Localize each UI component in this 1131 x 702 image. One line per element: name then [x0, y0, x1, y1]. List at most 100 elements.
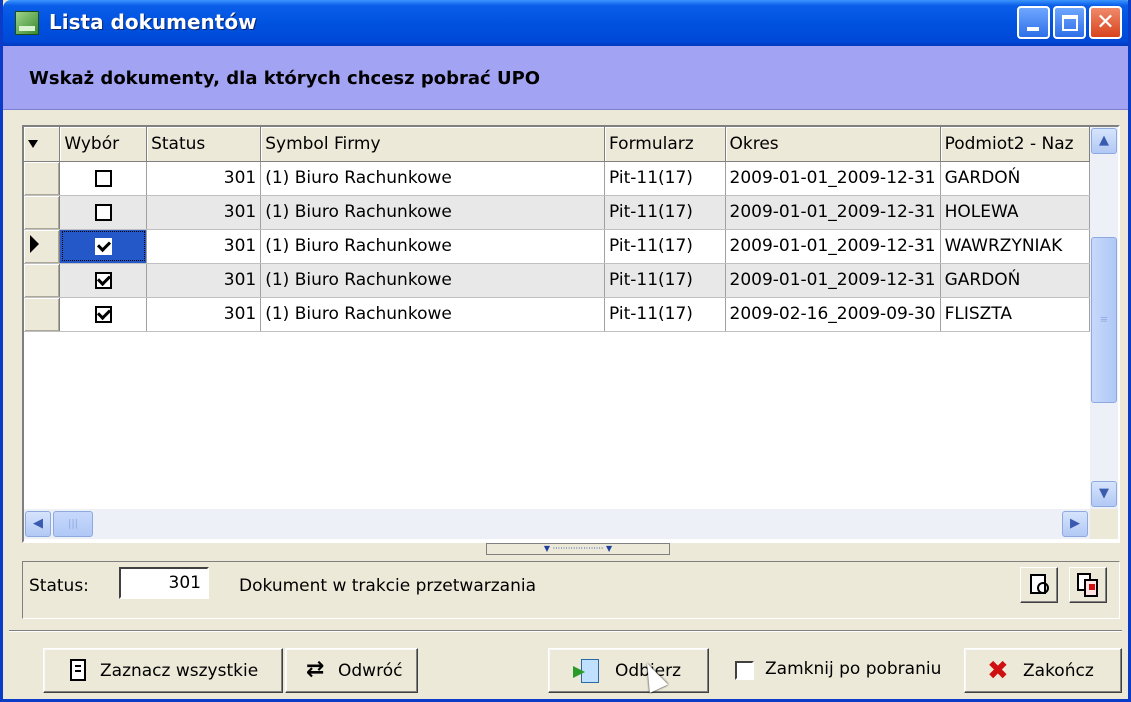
vertical-scroll-thumb[interactable]: ≡	[1091, 237, 1117, 403]
invert-label: Odwróć	[338, 661, 403, 681]
maximize-icon	[1062, 15, 1078, 31]
horizontal-scrollbar[interactable]: ◀ ||| ▶	[24, 509, 1090, 539]
podmiot-cell[interactable]: GARDOŃ	[940, 161, 1090, 196]
row-indicator-current[interactable]	[24, 229, 61, 264]
podmiot-cell[interactable]: GARDOŃ	[940, 263, 1090, 298]
select-cell[interactable]	[59, 229, 148, 264]
preview-icon	[1030, 574, 1049, 594]
download-icon	[573, 659, 599, 683]
preview-button[interactable]	[1020, 567, 1058, 603]
finish-label: Zakończ	[1023, 661, 1094, 681]
checklist-icon	[70, 659, 86, 681]
grip-icon: |||	[67, 518, 79, 530]
close-icon: ✕	[1096, 10, 1115, 35]
documents-table: Wybór Status Symbol Firmy Formularz Okre…	[24, 127, 1090, 332]
okres-cell[interactable]: 2009-01-01_2009-12-31	[725, 263, 941, 298]
status-label: Status:	[29, 576, 89, 596]
title-bar[interactable]: Lista dokumentów ✕	[3, 0, 1128, 46]
lista-dokumentow-window: Lista dokumentów ✕ Wskaż dokumenty, dla …	[0, 0, 1131, 702]
close-window-button[interactable]: ✕	[1089, 6, 1122, 39]
table-row[interactable]: 301 (1) Biuro Rachunkowe Pit-11(17) 2009…	[24, 229, 1090, 264]
select-all-button[interactable]: Zaznacz wszystkie	[43, 648, 283, 693]
formularz-cell[interactable]: Pit-11(17)	[604, 263, 726, 298]
grip-icon: ≡	[1099, 314, 1109, 326]
table-row[interactable]: 301 (1) Biuro Rachunkowe Pit-11(17) 2009…	[24, 195, 1090, 230]
close-after-download-checkbox[interactable]	[735, 661, 754, 680]
firma-cell[interactable]: (1) Biuro Rachunkowe	[260, 195, 605, 230]
column-header-formularz[interactable]: Formularz	[604, 127, 726, 162]
column-header-wybor[interactable]: Wybór	[59, 127, 148, 162]
table-row[interactable]: 301 (1) Biuro Rachunkowe Pit-11(17) 2009…	[24, 161, 1090, 196]
row-indicator[interactable]	[24, 195, 61, 230]
app-icon	[15, 11, 39, 35]
status-cell[interactable]: 301	[146, 263, 262, 298]
row-indicator-header[interactable]	[24, 127, 61, 162]
documents-grid[interactable]: Wybór Status Symbol Firmy Formularz Okre…	[22, 125, 1120, 543]
formularz-cell[interactable]: Pit-11(17)	[604, 161, 726, 196]
column-header-status[interactable]: Status	[146, 127, 262, 162]
firma-cell[interactable]: (1) Biuro Rachunkowe	[260, 263, 605, 298]
firma-cell[interactable]: (1) Biuro Rachunkowe	[260, 161, 605, 196]
table-row[interactable]: 301 (1) Biuro Rachunkowe Pit-11(17) 2009…	[24, 297, 1090, 332]
row-indicator[interactable]	[24, 263, 61, 298]
formularz-cell[interactable]: Pit-11(17)	[604, 297, 726, 332]
scroll-up-button[interactable]: ▲	[1091, 128, 1117, 154]
table-row[interactable]: 301 (1) Biuro Rachunkowe Pit-11(17) 2009…	[24, 263, 1090, 298]
copy-button[interactable]	[1069, 567, 1107, 603]
select-all-label: Zaznacz wszystkie	[100, 661, 259, 681]
okres-cell[interactable]: 2009-01-01_2009-12-31	[725, 195, 941, 230]
okres-cell[interactable]: 2009-02-16_2009-09-30	[725, 297, 941, 332]
separator	[9, 630, 1122, 632]
podmiot-cell[interactable]: FLISZTA	[940, 297, 1090, 332]
close-x-icon: ✖	[987, 656, 1009, 686]
select-cell[interactable]	[59, 161, 148, 196]
podmiot-cell[interactable]: WAWRZYNIAK	[940, 229, 1090, 264]
download-button[interactable]: Odbierz	[548, 648, 709, 693]
status-cell[interactable]: 301	[146, 161, 262, 196]
firma-cell[interactable]: (1) Biuro Rachunkowe	[260, 229, 605, 264]
horizontal-scroll-thumb[interactable]: |||	[53, 511, 93, 537]
formularz-cell[interactable]: Pit-11(17)	[604, 195, 726, 230]
row-checkbox[interactable]	[94, 203, 112, 221]
maximize-button[interactable]	[1053, 6, 1086, 39]
finish-button[interactable]: ✖ Zakończ	[964, 648, 1122, 693]
select-cell[interactable]	[59, 195, 148, 230]
current-row-pointer-icon	[30, 234, 39, 253]
dropdown-arrow-icon	[28, 139, 38, 148]
scroll-left-button[interactable]: ◀	[25, 511, 51, 537]
minimize-icon	[1027, 27, 1039, 31]
scroll-right-button[interactable]: ▶	[1062, 511, 1088, 537]
row-checkbox[interactable]	[94, 271, 112, 289]
row-checkbox[interactable]	[94, 237, 112, 255]
okres-cell[interactable]: 2009-01-01_2009-12-31	[725, 229, 941, 264]
invert-icon: ⇄	[306, 657, 325, 682]
firma-cell[interactable]: (1) Biuro Rachunkowe	[260, 297, 605, 332]
scroll-down-button[interactable]: ▼	[1091, 481, 1117, 507]
invert-button[interactable]: ⇄ Odwróć	[285, 648, 418, 693]
window-title: Lista dokumentów	[49, 10, 257, 34]
row-checkbox[interactable]	[94, 169, 112, 187]
status-description: Dokument w trakcie przetwarzania	[239, 576, 537, 596]
row-indicator[interactable]	[24, 297, 61, 332]
status-cell[interactable]: 301	[146, 297, 262, 332]
row-indicator[interactable]	[24, 161, 61, 196]
select-cell[interactable]	[59, 297, 148, 332]
minimize-button[interactable]	[1017, 6, 1050, 39]
header-instruction: Wskaż dokumenty, dla których chcesz pobr…	[29, 68, 541, 89]
okres-cell[interactable]: 2009-01-01_2009-12-31	[725, 161, 941, 196]
row-checkbox[interactable]	[94, 305, 112, 323]
column-header-symbol-firmy[interactable]: Symbol Firmy	[260, 127, 605, 162]
status-value-field: 301	[119, 567, 209, 599]
splitter-handle[interactable]: ▼ ···················· ▼	[486, 543, 670, 555]
vertical-scrollbar[interactable]: ▲ ≡ ▼	[1090, 127, 1118, 509]
column-header-podmiot2[interactable]: Podmiot2 - Naz	[940, 127, 1090, 162]
select-cell[interactable]	[59, 263, 148, 298]
formularz-cell[interactable]: Pit-11(17)	[604, 229, 726, 264]
status-cell[interactable]: 301	[146, 229, 262, 264]
status-cell[interactable]: 301	[146, 195, 262, 230]
column-header-okres[interactable]: Okres	[725, 127, 941, 162]
podmiot-cell[interactable]: HOLEWA	[940, 195, 1090, 230]
header-row: Wybór Status Symbol Firmy Formularz Okre…	[24, 127, 1090, 162]
close-after-download-label[interactable]: Zamknij po pobraniu	[765, 659, 941, 679]
header-band: Wskaż dokumenty, dla których chcesz pobr…	[3, 46, 1128, 110]
